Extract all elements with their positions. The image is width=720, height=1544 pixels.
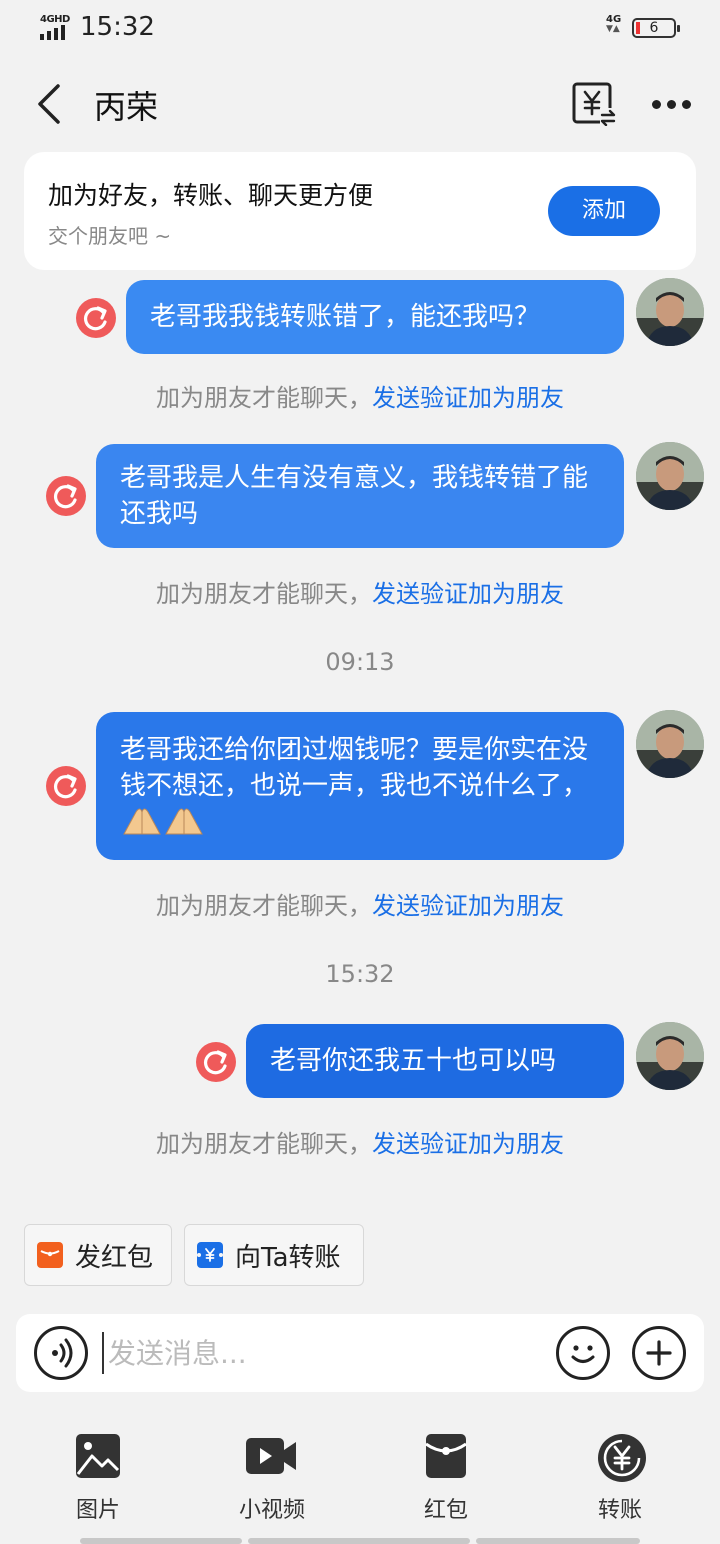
add-friend-hint: 加为朋友才能聊天，发送验证加为朋友 — [156, 384, 564, 412]
toolbar-image-button[interactable]: 图片 — [48, 1432, 148, 1524]
chevron-left-icon — [38, 84, 60, 124]
send-verification-link[interactable]: 发送验证加为朋友 — [372, 1130, 564, 1158]
transfer-to-ta-chip[interactable]: 向Ta转账 — [184, 1224, 364, 1286]
plus-icon — [646, 1340, 672, 1366]
battery-icon: 6 — [632, 18, 680, 38]
send-verification-link[interactable]: 发送验证加为朋友 — [372, 580, 564, 608]
transfer-button[interactable] — [572, 82, 616, 127]
more-options-button[interactable] — [652, 96, 692, 112]
transfer-icon — [197, 1242, 223, 1268]
voice-input-button[interactable] — [34, 1326, 88, 1380]
avatar[interactable] — [636, 710, 704, 778]
toolbar-video-button[interactable]: 小视频 — [222, 1432, 322, 1524]
image-icon — [74, 1432, 122, 1480]
message-input[interactable] — [102, 1332, 532, 1374]
transfer-icon — [572, 82, 616, 127]
resend-icon[interactable] — [46, 476, 86, 516]
video-icon — [246, 1432, 298, 1480]
emoji-button[interactable] — [556, 1326, 610, 1380]
toolbar-video-label: 小视频 — [238, 1498, 305, 1523]
voice-icon — [52, 1338, 73, 1368]
gesture-bar — [476, 1538, 640, 1544]
message-bubble[interactable]: 老哥我还给你团过烟钱呢？要是你实在没钱不想还，也说一声，我也不说什么了， — [96, 712, 624, 860]
timestamp: 15:32 — [325, 960, 395, 988]
toolbar-red-packet-label: 红包 — [423, 1498, 468, 1523]
toolbar-red-packet-button[interactable]: 红包 — [396, 1432, 496, 1524]
network-4g-indicator: 4G ▼▲ — [606, 14, 622, 34]
battery-level: 6 — [649, 20, 659, 36]
toolbar-transfer-label: 转账 — [597, 1498, 642, 1523]
chat-header: 丙荣 — [0, 60, 720, 148]
add-friend-hint: 加为朋友才能聊天，发送验证加为朋友 — [156, 892, 564, 920]
send-verification-link[interactable]: 发送验证加为朋友 — [372, 384, 564, 412]
resend-icon[interactable] — [196, 1042, 236, 1082]
toolbar-image-label: 图片 — [75, 1498, 120, 1523]
more-functions-button[interactable] — [632, 1326, 686, 1380]
add-friend-title: 加为好友，转账、聊天更方便 — [48, 181, 374, 210]
resend-icon[interactable] — [76, 298, 116, 338]
toolbar-transfer-button[interactable]: 转账 — [570, 1432, 670, 1524]
avatar[interactable] — [636, 442, 704, 510]
signal-icon: 4GHD — [40, 14, 72, 40]
message-bubble[interactable]: 老哥我是人生有没有意义，我钱转错了能还我吗 — [96, 444, 624, 548]
gesture-bar — [80, 1538, 242, 1544]
add-friend-card: 加为好友，转账、聊天更方便 交个朋友吧 ~ 添加 — [24, 152, 696, 270]
transfer-to-ta-label: 向Ta转账 — [235, 1242, 341, 1273]
add-friend-hint: 加为朋友才能聊天，发送验证加为朋友 — [156, 1130, 564, 1158]
status-time: 15:32 — [80, 12, 155, 42]
red-packet-icon — [37, 1242, 63, 1268]
avatar[interactable] — [636, 1022, 704, 1090]
send-red-packet-chip[interactable]: 发红包 — [24, 1224, 172, 1286]
timestamp: 09:13 — [325, 648, 395, 676]
add-friend-subtitle: 交个朋友吧 ~ — [48, 224, 172, 248]
folded-hands-icon — [120, 804, 204, 846]
send-verification-link[interactable]: 发送验证加为朋友 — [372, 892, 564, 920]
avatar[interactable] — [636, 278, 704, 346]
message-text: 老哥我还给你团过烟钱呢？要是你实在没钱不想还，也说一声，我也不说什么了， — [120, 735, 589, 801]
message-bubble[interactable]: 老哥你还我五十也可以吗 — [246, 1024, 624, 1098]
network-type: 4GHD — [40, 14, 70, 25]
chat-title: 丙荣 — [94, 88, 159, 126]
message-input-bar — [16, 1314, 704, 1392]
add-friend-hint: 加为朋友才能聊天，发送验证加为朋友 — [156, 580, 564, 608]
send-red-packet-label: 发红包 — [75, 1242, 154, 1273]
smile-icon — [571, 1345, 595, 1363]
status-bar: 4GHD 15:32 4G ▼▲ 6 — [0, 0, 720, 56]
add-friend-button[interactable]: 添加 — [548, 186, 660, 236]
back-button[interactable] — [32, 82, 68, 126]
resend-icon[interactable] — [46, 766, 86, 806]
gesture-bar — [248, 1538, 470, 1544]
transfer-icon — [596, 1432, 646, 1482]
message-bubble[interactable]: 老哥我我钱转账错了，能还我吗？ — [126, 280, 624, 354]
red-packet-icon — [422, 1432, 470, 1480]
